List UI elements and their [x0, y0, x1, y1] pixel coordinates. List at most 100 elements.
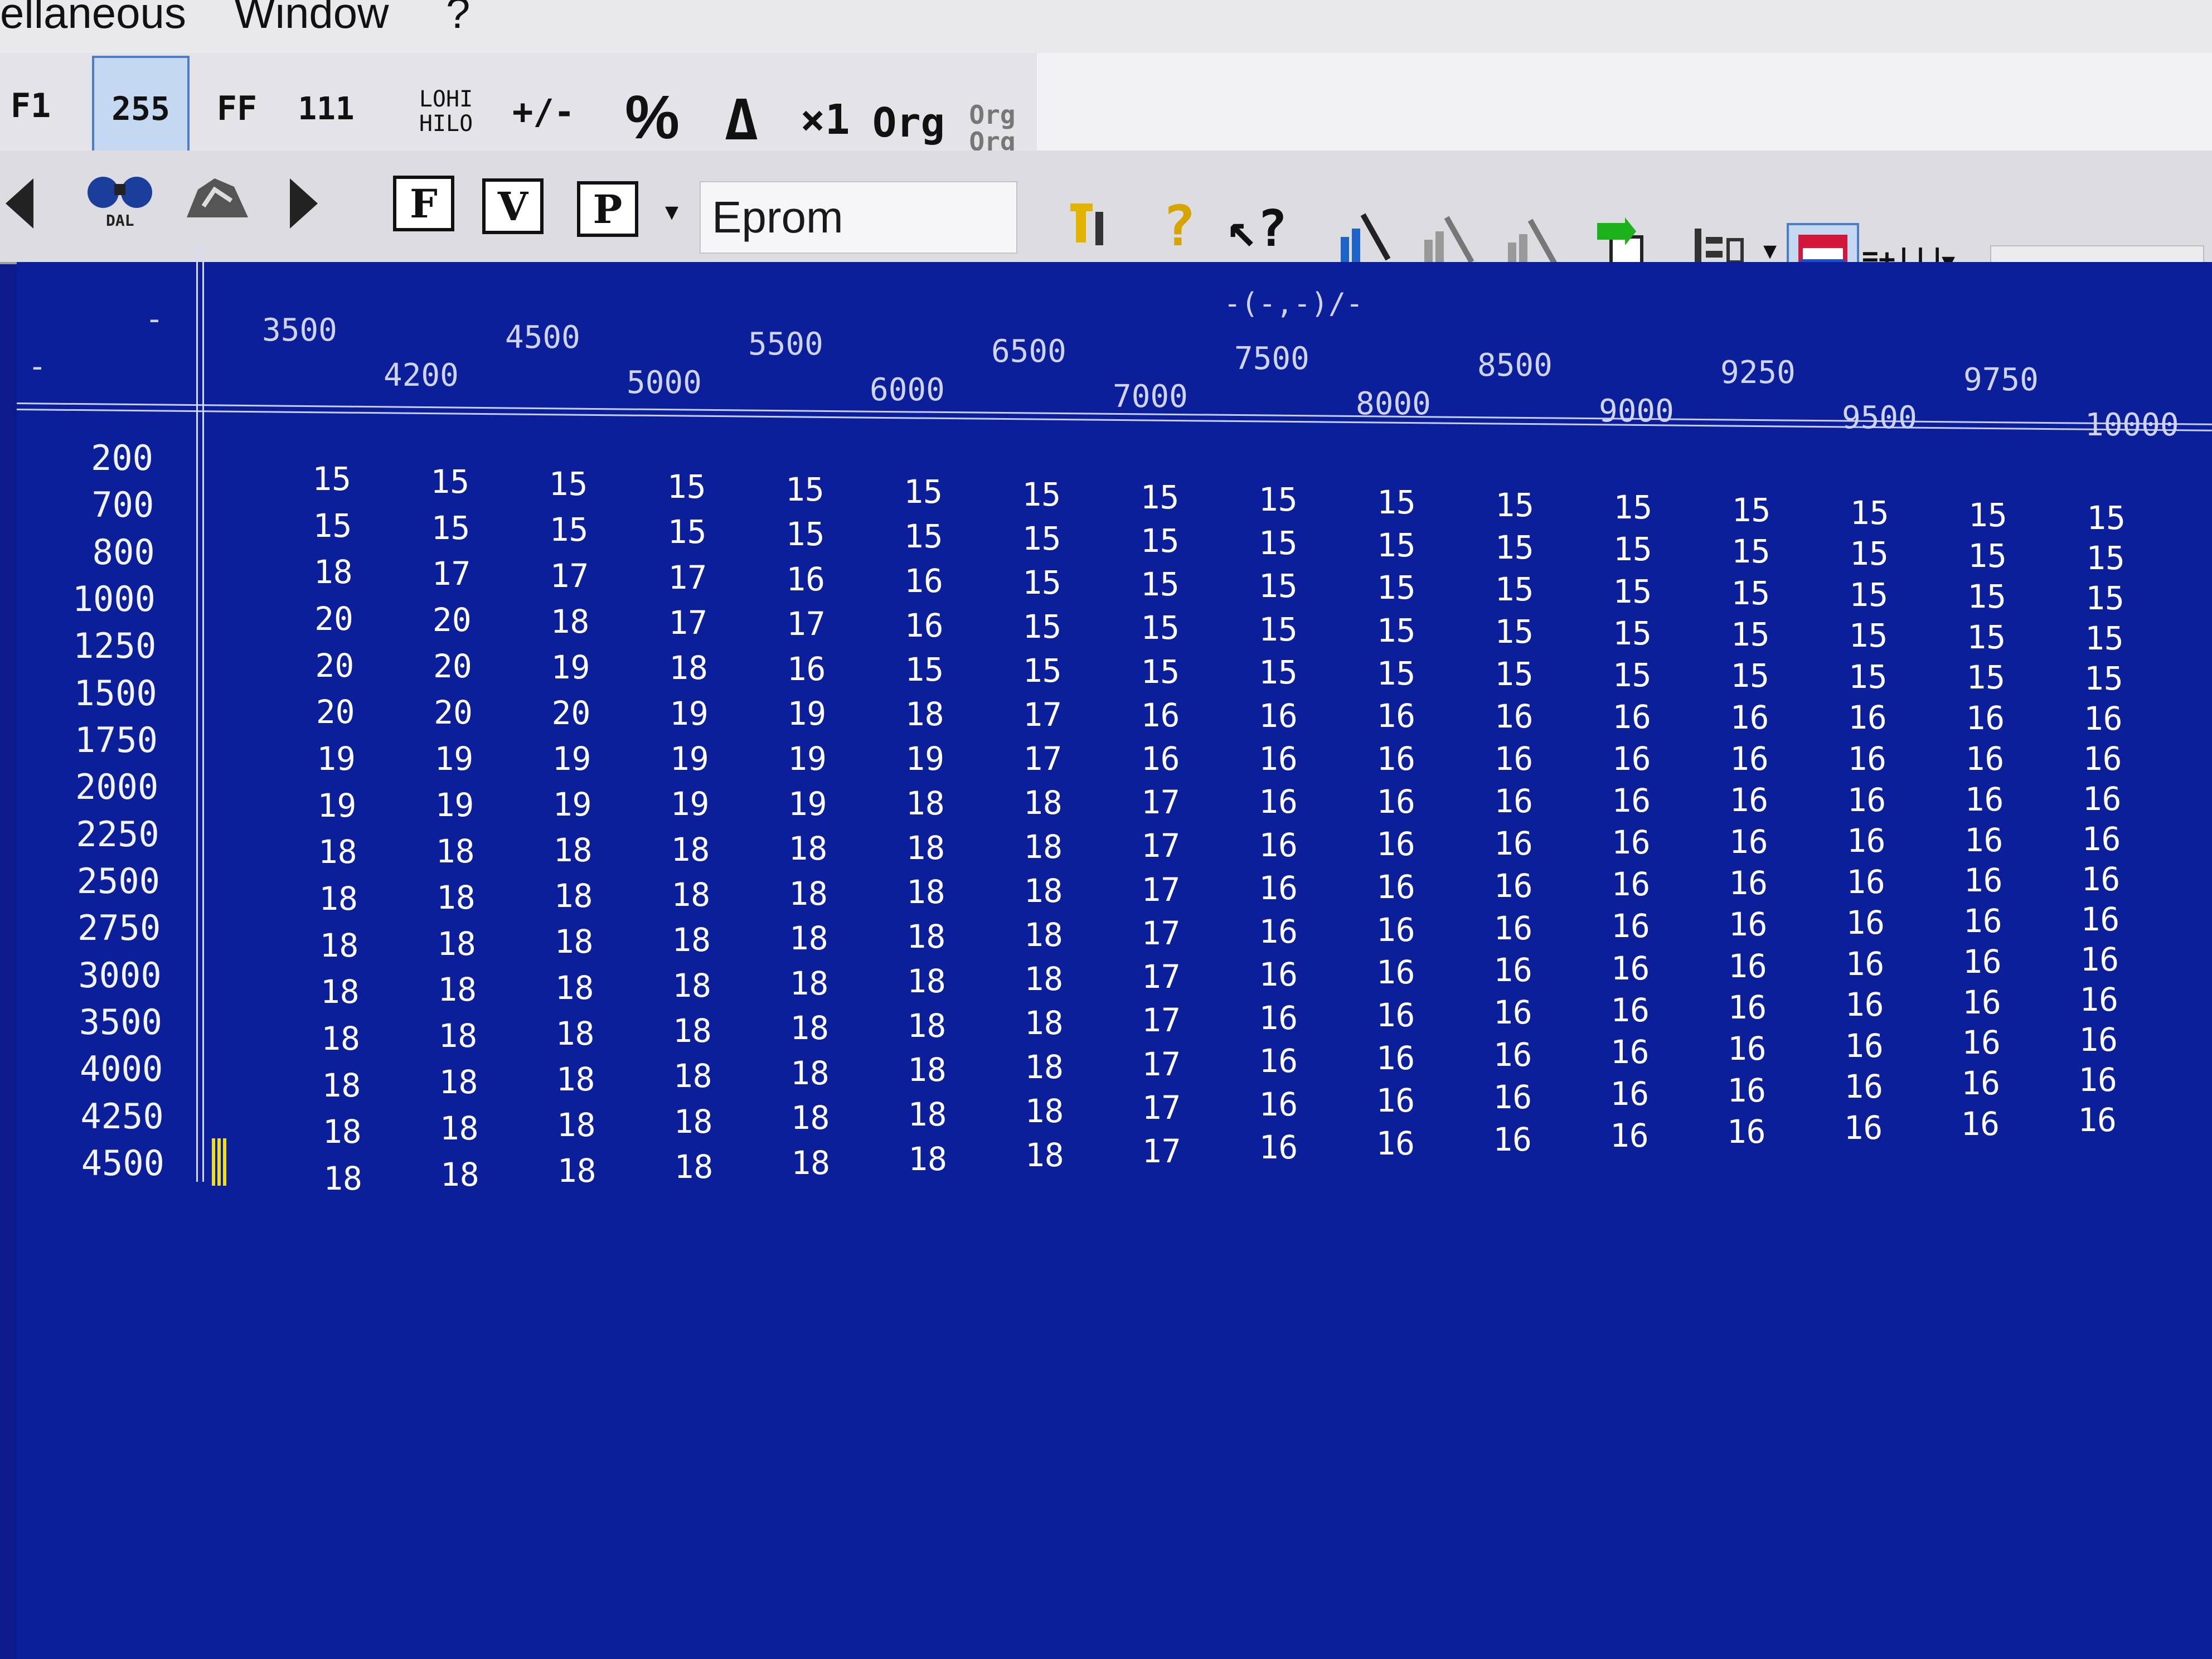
table-cell[interactable]: 17: [1128, 1089, 1195, 1127]
table-cell[interactable]: 16: [1831, 945, 1898, 983]
table-cell[interactable]: 16: [1714, 988, 1781, 1026]
table-cell[interactable]: 15: [1716, 657, 1783, 695]
table-cell[interactable]: 16: [1480, 867, 1547, 905]
p-button-icon[interactable]: P: [577, 181, 638, 237]
table-cell[interactable]: 16: [1245, 1128, 1312, 1166]
table-cell[interactable]: 16: [2065, 981, 2132, 1018]
table-cell[interactable]: 16: [1833, 781, 1900, 819]
table-cell[interactable]: 17: [1128, 1001, 1195, 1039]
table-cell[interactable]: 16: [1951, 740, 2018, 778]
table-cell[interactable]: 18: [307, 973, 373, 1011]
table-cell[interactable]: 18: [775, 964, 842, 1002]
table-cell[interactable]: 16: [1362, 740, 1429, 778]
table-cell[interactable]: 16: [773, 650, 840, 688]
table-cell[interactable]: 16: [1127, 740, 1194, 778]
table-cell[interactable]: 17: [1128, 958, 1195, 996]
table-cell[interactable]: 15: [890, 473, 957, 511]
table-cell[interactable]: 16: [1715, 823, 1782, 861]
table-cell[interactable]: 16: [1480, 824, 1547, 862]
table-cell[interactable]: 16: [2068, 820, 2135, 858]
table-cell[interactable]: 15: [1362, 612, 1429, 649]
table-cell[interactable]: 19: [539, 785, 605, 823]
table-cell[interactable]: 16: [1716, 740, 1783, 778]
table-cell[interactable]: 18: [892, 829, 959, 867]
table-cell[interactable]: 16: [1597, 991, 1663, 1029]
menu-miscellaneous[interactable]: ellaneous: [0, 0, 186, 38]
table-cell[interactable]: 16: [1245, 955, 1312, 993]
table-cell[interactable]: 18: [891, 695, 958, 733]
decimal-view-icon[interactable]: 255: [92, 56, 190, 162]
table-cell[interactable]: 16: [1127, 696, 1194, 734]
table-cell[interactable]: 18: [542, 1015, 609, 1052]
table-cell[interactable]: 15: [1717, 574, 1784, 612]
table-cell[interactable]: 19: [420, 740, 487, 778]
map-icon[interactable]: [178, 162, 256, 234]
table-cell[interactable]: 15: [1599, 573, 1666, 610]
table-cell[interactable]: 19: [657, 785, 724, 823]
table-cell[interactable]: 15: [1599, 488, 1666, 526]
table-cell[interactable]: 16: [1598, 782, 1665, 819]
table-cell[interactable]: 16: [1245, 826, 1312, 864]
table-cell[interactable]: 16: [772, 560, 839, 598]
table-cell[interactable]: 16: [1716, 698, 1783, 736]
table-cell[interactable]: 18: [892, 918, 959, 955]
table-cell[interactable]: 18: [423, 879, 489, 916]
menu-help[interactable]: ?: [446, 0, 470, 38]
table-cell[interactable]: 18: [540, 877, 607, 915]
table-cell[interactable]: 15: [1599, 530, 1666, 568]
table-cell[interactable]: 16: [1481, 697, 1548, 735]
table-cell[interactable]: 18: [774, 830, 841, 867]
table-cell[interactable]: 18: [657, 876, 724, 914]
menu-window[interactable]: Window: [234, 0, 389, 38]
table-cell[interactable]: 18: [892, 873, 959, 911]
table-cell[interactable]: 16: [1479, 1120, 1546, 1158]
table-cell[interactable]: 16: [1713, 1113, 1780, 1151]
table-cell[interactable]: 15: [2072, 539, 2139, 577]
factor-icon[interactable]: ×1: [792, 92, 858, 148]
table-cell[interactable]: 16: [1245, 913, 1312, 950]
table-cell[interactable]: 18: [1010, 784, 1076, 822]
table-cell[interactable]: 16: [2067, 860, 2134, 898]
table-cell[interactable]: 16: [1480, 740, 1547, 778]
table-cell[interactable]: 18: [893, 1007, 960, 1045]
table-cell[interactable]: 18: [1011, 1136, 1078, 1174]
table-cell[interactable]: 18: [540, 831, 607, 869]
table-cell[interactable]: 18: [655, 649, 722, 687]
table-cell[interactable]: 16: [1834, 698, 1901, 736]
table-cell[interactable]: 17: [1127, 783, 1194, 821]
table-cell[interactable]: 15: [1008, 608, 1075, 646]
table-cell[interactable]: 16: [1949, 943, 2016, 981]
table-cell[interactable]: 16: [1948, 983, 2015, 1021]
table-cell[interactable]: 17: [418, 555, 485, 593]
table-cell[interactable]: 15: [1718, 532, 1784, 570]
table-cell[interactable]: 15: [416, 463, 483, 501]
table-cell[interactable]: 18: [1011, 1048, 1078, 1086]
table-cell[interactable]: 16: [1598, 698, 1665, 736]
table-cell[interactable]: 18: [541, 969, 608, 1007]
table-cell[interactable]: 18: [1010, 960, 1077, 998]
table-cell[interactable]: 15: [1127, 609, 1194, 647]
table-cell[interactable]: 16: [1362, 783, 1429, 821]
lohi-swap-icon[interactable]: LOHI HILO: [407, 81, 485, 142]
table-cell[interactable]: 16: [1362, 697, 1429, 735]
table-cell[interactable]: 16: [1245, 783, 1312, 821]
table-cell[interactable]: 15: [1481, 570, 1548, 608]
table-cell[interactable]: 15: [1481, 528, 1548, 566]
table-cell[interactable]: 15: [1126, 478, 1193, 516]
f1-icon[interactable]: F1: [0, 59, 61, 153]
table-cell[interactable]: 15: [1598, 656, 1665, 694]
table-cell[interactable]: 16: [2066, 940, 2133, 978]
table-cell[interactable]: 18: [309, 1160, 376, 1197]
table-cell[interactable]: 18: [423, 925, 490, 963]
table-cell[interactable]: 18: [543, 1106, 610, 1144]
table-cell[interactable]: 15: [1363, 526, 1430, 564]
table-cell[interactable]: 15: [653, 513, 720, 551]
table-cell[interactable]: 16: [1245, 869, 1312, 907]
table-cell[interactable]: 19: [421, 786, 488, 824]
table-cell[interactable]: 18: [892, 784, 959, 822]
table-cell[interactable]: 16: [1362, 1081, 1429, 1119]
table-cell[interactable]: 16: [1597, 865, 1664, 903]
table-cell[interactable]: 16: [1831, 986, 1898, 1023]
eprom-select[interactable]: Eprom: [700, 181, 1017, 254]
table-cell[interactable]: 19: [774, 740, 841, 778]
